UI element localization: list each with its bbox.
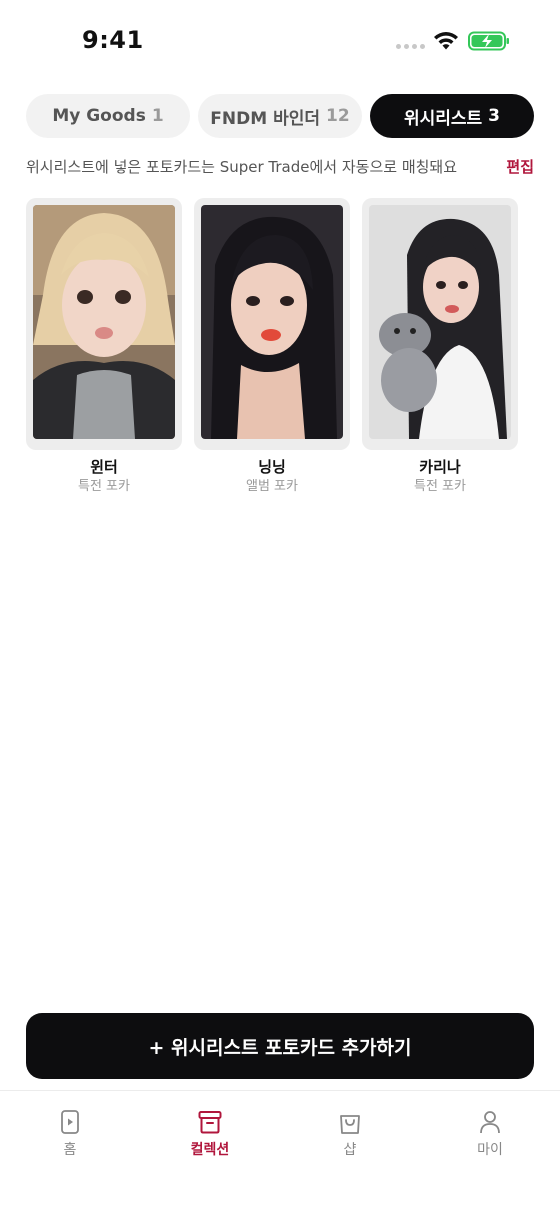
add-wishlist-photocard-button[interactable]: + 위시리스트 포토카드 추가하기 — [26, 1013, 534, 1079]
tab-my-goods[interactable]: My Goods 1 — [26, 94, 190, 138]
battery-charging-icon — [468, 31, 509, 51]
tab-count: 1 — [151, 106, 164, 126]
collection-tabs: My Goods 1 FNDM 바인더 12 위시리스트 3 — [26, 94, 534, 138]
nav-item-my[interactable]: 마이 — [450, 1109, 530, 1165]
photocard-type: 특전 포카 — [414, 479, 466, 494]
photocard-image — [33, 205, 175, 439]
nav-item-collection[interactable]: 컬렉션 — [170, 1109, 250, 1165]
photocard-type: 앨범 포카 — [246, 479, 298, 494]
phone-play-icon — [61, 1110, 79, 1134]
photocard-item[interactable]: 닝닝 앨범 포카 — [194, 198, 350, 498]
nav-label: 컬렉션 — [190, 1142, 230, 1158]
photocard-member-name: 카리나 — [419, 458, 461, 476]
nav-item-home[interactable]: 홈 — [30, 1109, 110, 1165]
tab-wishlist[interactable]: 위시리스트 3 — [370, 94, 534, 138]
tab-fndm-binder[interactable]: FNDM 바인더 12 — [198, 94, 362, 138]
tab-label: My Goods — [52, 106, 146, 126]
notice-text: 위시리스트에 넣은 포토카드는 Super Trade에서 자동으로 매칭돼요 — [26, 158, 458, 176]
photocard-image — [369, 205, 511, 439]
tab-count: 3 — [488, 106, 501, 126]
photocard-member-name: 닝닝 — [258, 458, 286, 476]
nav-item-shop[interactable]: 샵 — [310, 1109, 390, 1165]
status-bar: 9:41 — [0, 0, 560, 84]
bottom-navigation: 홈 컬렉션 샵 마이 — [0, 1090, 560, 1217]
nav-label: 샵 — [343, 1142, 357, 1158]
photocard-grid: 윈터 특전 포카 닝닝 앨범 포카 카리나 특전 포카 — [26, 198, 534, 498]
photocard-image — [201, 205, 343, 439]
wishlist-notice: 위시리스트에 넣은 포토카드는 Super Trade에서 자동으로 매칭돼요 … — [26, 156, 534, 178]
photocard-type: 특전 포카 — [78, 479, 130, 494]
wifi-icon — [434, 32, 458, 50]
archive-box-icon — [198, 1111, 222, 1134]
photocard-frame — [194, 198, 350, 450]
shopping-bag-icon — [340, 1115, 360, 1134]
nav-label: 홈 — [63, 1142, 77, 1158]
tab-count: 12 — [326, 106, 350, 126]
tab-label: 위시리스트 — [403, 108, 483, 129]
photocard-frame — [362, 198, 518, 450]
cellular-signal-icon — [396, 44, 425, 49]
tab-label: FNDM 바인더 — [210, 108, 321, 129]
status-time: 9:41 — [82, 26, 144, 54]
person-icon — [480, 1111, 500, 1134]
nav-label: 마이 — [477, 1142, 503, 1158]
edit-button[interactable]: 편집 — [506, 156, 534, 177]
photocard-frame — [26, 198, 182, 450]
photocard-member-name: 윈터 — [90, 458, 118, 476]
photocard-item[interactable]: 카리나 특전 포카 — [362, 198, 518, 498]
photocard-item[interactable]: 윈터 특전 포카 — [26, 198, 182, 498]
